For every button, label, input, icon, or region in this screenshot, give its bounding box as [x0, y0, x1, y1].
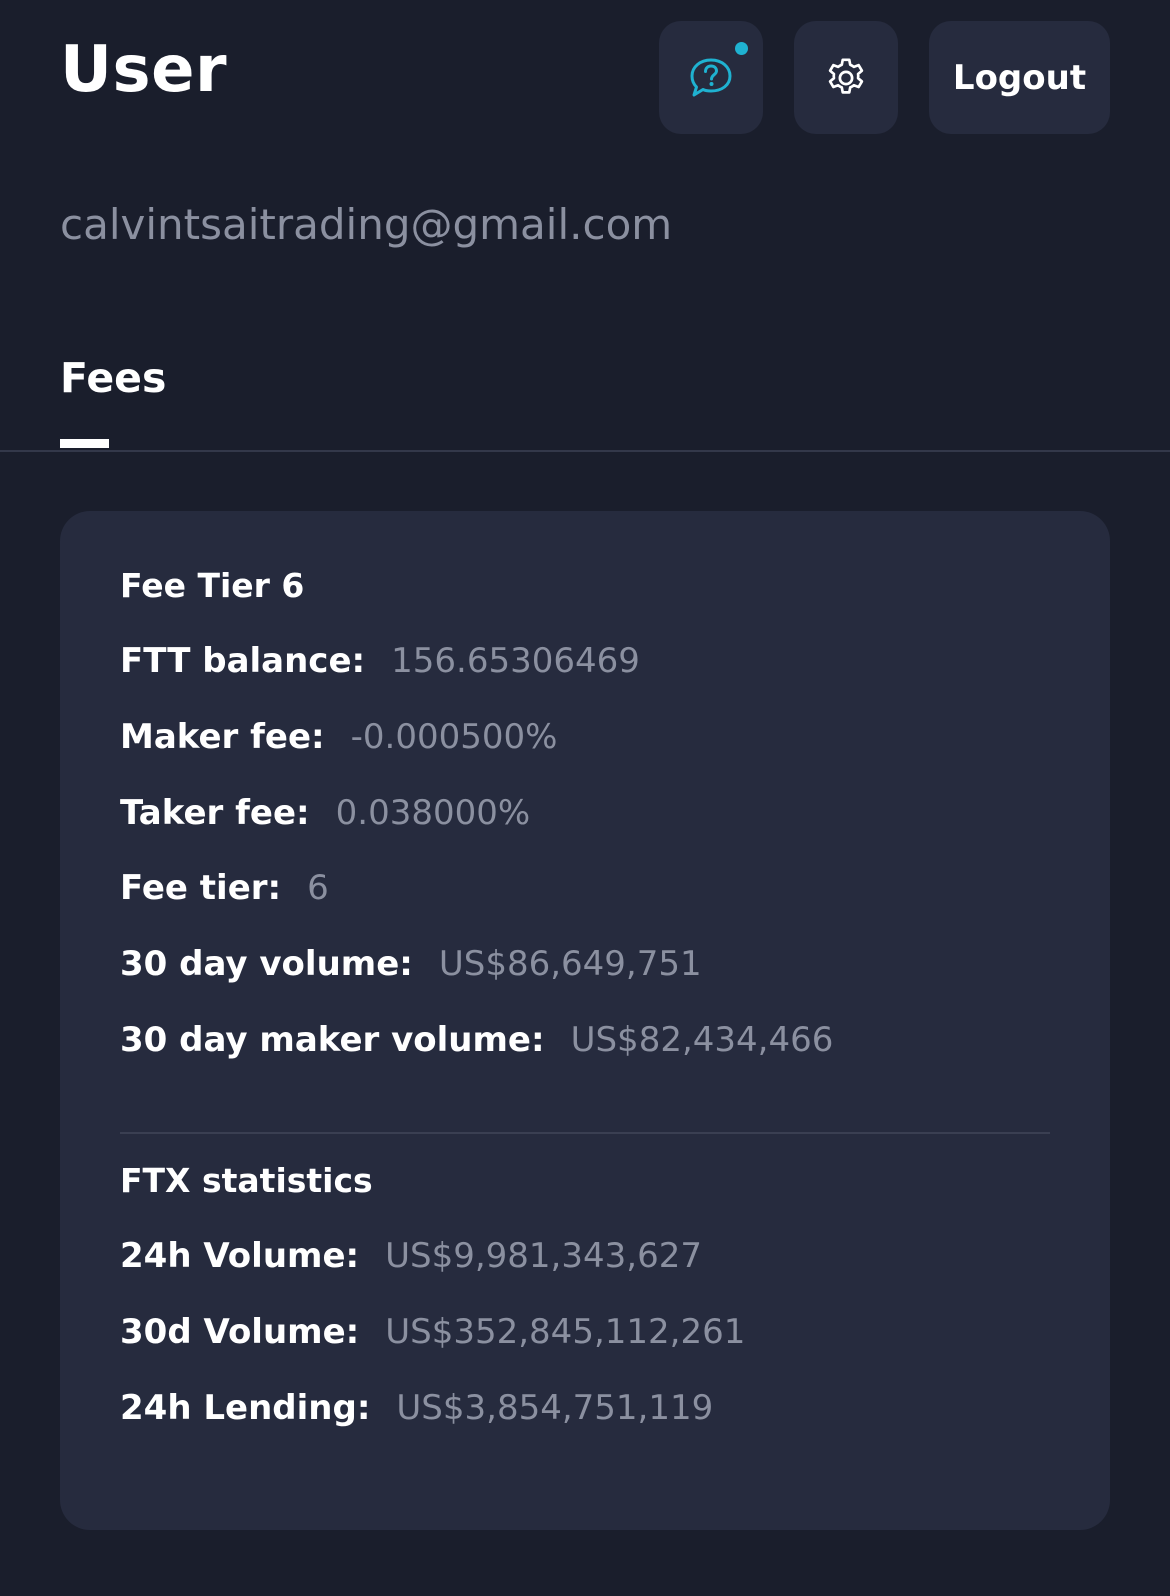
settings-button[interactable]: [794, 21, 898, 134]
fee-row-value: 6: [307, 868, 329, 908]
fee-row-value: US$82,434,466: [570, 1020, 834, 1060]
fee-row-label: Fee tier:: [120, 868, 282, 908]
fee-row-fee-tier: Fee tier: 6: [120, 871, 329, 905]
fee-row-30-day-maker-volume: 30 day maker volume: US$82,434,466: [120, 1023, 833, 1057]
fees-card: Fee Tier 6 FTT balance: 156.65306469 Make…: [60, 511, 1110, 1530]
fee-tier-title: Fee Tier 6: [120, 566, 305, 605]
fee-row-ftt-balance: FTT balance: 156.65306469: [120, 644, 640, 678]
stat-row-value: US$3,854,751,119: [396, 1388, 714, 1428]
stat-row-label: 30d Volume:: [120, 1312, 360, 1352]
logout-button[interactable]: Logout: [929, 21, 1110, 134]
tab-bar: Fees: [0, 340, 1170, 452]
active-tab-indicator: [60, 439, 109, 448]
fee-row-taker-fee: Taker fee: 0.038000%: [120, 796, 530, 830]
fee-row-value: 0.038000%: [335, 793, 531, 833]
stat-row-value: US$9,981,343,627: [385, 1236, 702, 1276]
fee-row-value: -0.000500%: [350, 717, 558, 757]
tab-fees[interactable]: Fees: [60, 354, 166, 402]
ftx-statistics-title: FTX statistics: [120, 1161, 373, 1200]
fee-row-label: 30 day volume:: [120, 944, 413, 984]
stat-row-label: 24h Volume:: [120, 1236, 360, 1276]
fee-row-label: Maker fee:: [120, 717, 325, 757]
stat-row-24h-lending: 24h Lending: US$3,854,751,119: [120, 1391, 713, 1425]
help-button[interactable]: [659, 21, 763, 134]
fee-row-30-day-volume: 30 day volume: US$86,649,751: [120, 947, 702, 981]
stat-row-30d-volume: 30d Volume: US$352,845,112,261: [120, 1315, 745, 1349]
user-email: calvintsaitrading@gmail.com: [60, 200, 673, 249]
fee-row-maker-fee: Maker fee: -0.000500%: [120, 720, 557, 754]
gear-icon: [828, 57, 864, 94]
stat-row-24h-volume: 24h Volume: US$9,981,343,627: [120, 1239, 702, 1273]
fee-row-label: 30 day maker volume:: [120, 1020, 545, 1060]
stat-row-label: 24h Lending:: [120, 1388, 371, 1428]
fee-row-value: 156.65306469: [391, 641, 640, 681]
help-chat-icon: [690, 58, 732, 96]
stat-row-value: US$352,845,112,261: [385, 1312, 746, 1352]
page-title: User: [60, 33, 228, 107]
fee-row-label: FTT balance:: [120, 641, 366, 681]
fee-row-value: US$86,649,751: [438, 944, 702, 984]
header: User Logout: [0, 0, 1170, 160]
divider: [120, 1132, 1050, 1134]
notification-dot: [735, 42, 748, 55]
fee-row-label: Taker fee:: [120, 793, 310, 833]
